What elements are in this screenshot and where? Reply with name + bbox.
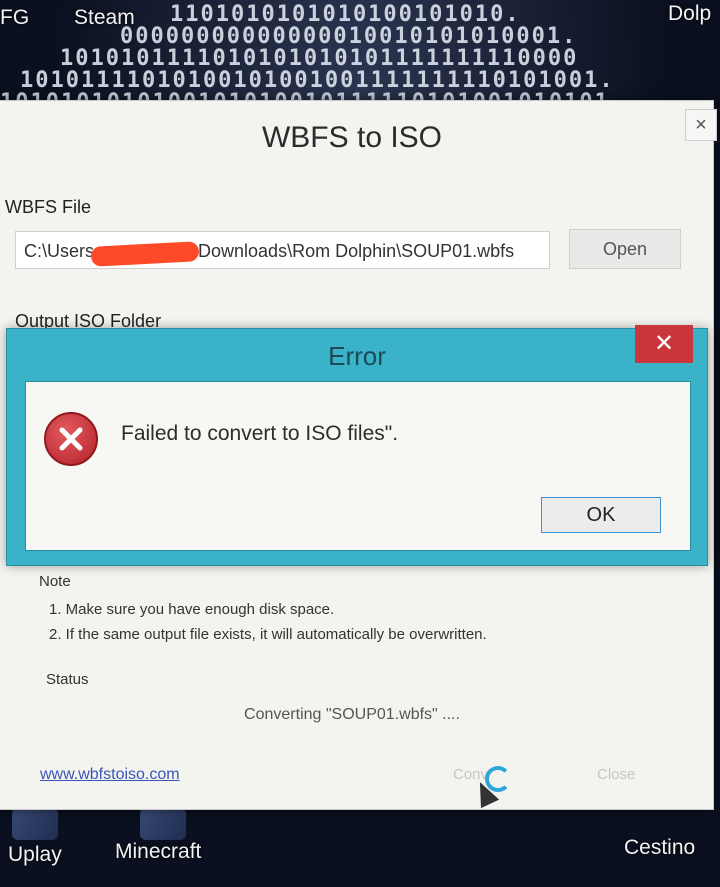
ok-button[interactable]: OK — [541, 497, 661, 533]
wbfs-file-label: WBFS File — [5, 197, 92, 217]
binary-line: 10101111010100101001001111111110101001. — [20, 68, 615, 93]
error-message: Failed to convert to ISO files". — [121, 422, 399, 445]
binary-line: 00000000000000010010101010001. — [120, 24, 578, 49]
close-button[interactable]: Close — [597, 766, 635, 783]
binary-line: 1101010101010100101010. — [170, 2, 521, 27]
wbfs-path-prefix: C:\Users — [24, 241, 95, 261]
error-dialog-body: Failed to convert to ISO files". OK — [25, 381, 691, 551]
open-button[interactable]: Open — [569, 229, 681, 269]
error-close-icon[interactable]: ✕ — [635, 325, 693, 363]
error-dialog-title: Error — [328, 341, 386, 371]
status-label: Status — [46, 671, 89, 688]
website-link[interactable]: www.wbfstoiso.com — [40, 766, 180, 784]
desktop-label-recycle-bin[interactable]: Cestino — [624, 836, 695, 860]
desktop-label-fg[interactable]: FG — [0, 6, 29, 30]
wbfs-path-suffix: Downloads\Rom Dolphin\SOUP01.wbfs — [198, 241, 515, 261]
error-icon — [44, 412, 98, 466]
minecraft-icon[interactable] — [140, 808, 186, 840]
note-label: Note — [39, 573, 71, 590]
binary-wallpaper-bottom — [0, 802, 720, 887]
desktop-label-minecraft[interactable]: Minecraft — [115, 840, 201, 864]
status-text: Converting "SOUP01.wbfs" .... — [244, 706, 460, 723]
binary-line: 1010101111010101010101111111110000 — [60, 46, 579, 71]
uplay-icon[interactable] — [12, 808, 58, 840]
error-dialog: Error ✕ Failed to convert to ISO files".… — [6, 325, 708, 566]
desktop-label-uplay[interactable]: Uplay — [8, 843, 62, 867]
desktop-label-steam[interactable]: Steam — [74, 6, 135, 30]
window-title: WBFS to ISO — [261, 121, 443, 154]
window-close-icon[interactable]: × — [685, 109, 717, 141]
desktop-label-dolphin[interactable]: Dolp — [668, 2, 711, 26]
note-item: 2. If the same output file exists, it wi… — [49, 626, 487, 643]
note-item: 1. Make sure you have enough disk space. — [49, 601, 335, 618]
